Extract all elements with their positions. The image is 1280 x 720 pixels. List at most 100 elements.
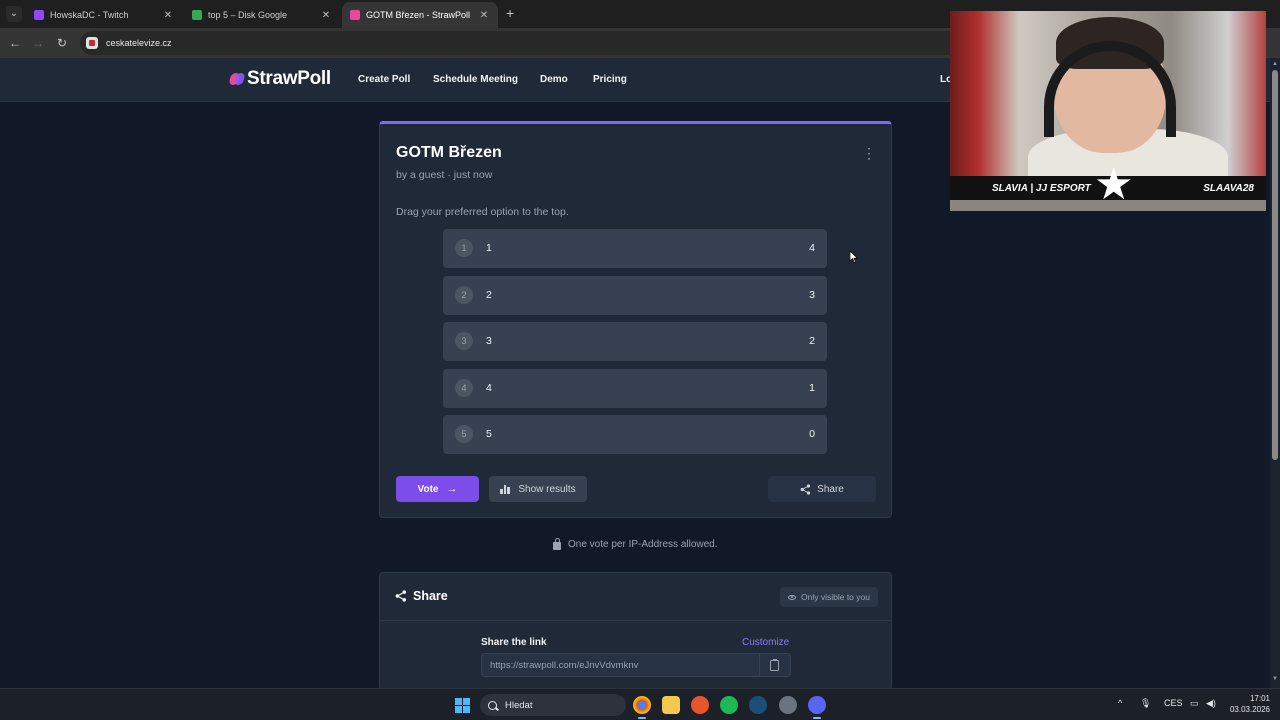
new-tab-button[interactable]: + <box>506 6 514 20</box>
rank-badge: 2 <box>455 286 473 304</box>
origin-app-icon[interactable] <box>691 696 709 714</box>
network-icon[interactable]: ▭ <box>1190 698 1199 709</box>
share-button[interactable]: Share <box>768 476 876 502</box>
address-bar[interactable]: ceskatelevize.cz <box>80 31 980 55</box>
ranking-option[interactable]: 2 2 3 <box>443 276 827 315</box>
option-label: 4 <box>486 382 492 394</box>
spotify-icon[interactable] <box>720 696 738 714</box>
more-options-icon[interactable]: ⋮ <box>860 144 878 162</box>
tab-google-drive[interactable]: top 5 – Disk Google ✕ <box>184 2 340 28</box>
option-vote-count: 0 <box>809 428 815 440</box>
system-clock[interactable]: 17:01 03.03.2026 <box>1224 693 1270 715</box>
show-results-button[interactable]: Show results <box>489 476 587 502</box>
share-link-field[interactable]: https://strawpoll.com/eJnvVdvmknv <box>481 653 791 677</box>
forward-arrow-icon[interactable]: → <box>29 34 47 52</box>
poll-card: GOTM Březen by a guest · just now ⋮ Drag… <box>379 121 892 518</box>
tab-twitch[interactable]: HowskaDC - Twitch ✕ <box>26 2 182 28</box>
vote-button[interactable]: Vote → <box>396 476 479 502</box>
tray-overflow-icon[interactable]: ^ <box>1118 698 1122 708</box>
option-vote-count: 1 <box>809 382 815 394</box>
webcam-right-caption: SLAAVA28 <box>1203 182 1254 194</box>
site-info-icon[interactable] <box>86 37 98 49</box>
option-label: 3 <box>486 335 492 347</box>
rank-badge: 3 <box>455 332 473 350</box>
option-label: 5 <box>486 428 492 440</box>
rank-badge: 1 <box>455 239 473 257</box>
scrollbar-thumb[interactable] <box>1272 70 1278 460</box>
ranking-option[interactable]: 1 1 4 <box>443 229 827 268</box>
option-label: 2 <box>486 289 492 301</box>
clock-time: 17:01 <box>1249 694 1270 703</box>
bar-chart-icon <box>500 484 511 494</box>
chrome-icon[interactable] <box>633 696 651 719</box>
visibility-text: Only visible to you <box>801 592 870 602</box>
tab-title: HowskaDC - Twitch <box>50 10 129 20</box>
discord-icon[interactable] <box>808 696 826 719</box>
search-icon <box>488 700 497 710</box>
ranking-option[interactable]: 3 3 2 <box>443 322 827 361</box>
scroll-up-icon[interactable]: ▲ <box>1272 61 1278 67</box>
tab-title: GOTM Březen - StrawPoll <box>366 10 471 20</box>
close-icon[interactable]: ✕ <box>320 10 332 21</box>
strawpoll-favicon-icon <box>350 10 360 20</box>
clock-date: 03.03.2026 <box>1229 705 1270 714</box>
show-results-label: Show results <box>518 483 576 495</box>
volume-icon[interactable]: ◀) <box>1206 698 1216 709</box>
language-indicator[interactable]: CES <box>1164 698 1183 708</box>
twitch-favicon-icon <box>34 10 44 20</box>
option-label: 1 <box>486 242 492 254</box>
scroll-down-icon[interactable]: ▼ <box>1272 676 1278 682</box>
strawpoll-logo[interactable]: StrawPoll <box>228 68 331 90</box>
taskbar: Hledat ^ 🎙 CES ▭ ◀) 17:01 03.03.2026 <box>0 688 1280 720</box>
eye-icon <box>788 594 796 600</box>
google-drive-favicon-icon <box>192 10 202 20</box>
taskbar-search[interactable]: Hledat <box>480 694 626 716</box>
windows-start-icon[interactable] <box>455 698 470 713</box>
share-title-text: Share <box>413 589 448 603</box>
customize-link[interactable]: Customize <box>742 637 789 648</box>
option-vote-count: 3 <box>809 289 815 301</box>
nav-schedule-meeting[interactable]: Schedule Meeting <box>433 74 518 85</box>
ip-restriction-note: One vote per IP-Address allowed. <box>553 537 718 550</box>
nav-demo[interactable]: Demo <box>540 74 568 85</box>
webcam-left-caption: SLAVIA | JJ ESPORT <box>992 182 1091 194</box>
taskbar-search-text: Hledat <box>505 699 533 711</box>
lock-icon <box>553 537 561 550</box>
option-vote-count: 4 <box>809 242 815 254</box>
option-vote-count: 2 <box>809 335 815 347</box>
share-panel: Share Only visible to you Share the link… <box>379 572 892 690</box>
share-icon <box>395 590 407 602</box>
poll-meta: by a guest · just now <box>396 169 493 181</box>
arrow-right-icon: → <box>446 483 458 495</box>
app-icon[interactable] <box>779 696 797 714</box>
nav-create-poll[interactable]: Create Poll <box>358 74 410 85</box>
tab-search-chevron-icon[interactable]: ⌄ <box>6 6 22 22</box>
poll-instruction: Drag your preferred option to the top. <box>396 206 569 218</box>
copy-link-button[interactable] <box>759 654 789 676</box>
share-link-label: Share the link <box>481 637 547 648</box>
rank-badge: 4 <box>455 379 473 397</box>
strawpoll-logo-icon <box>228 71 246 87</box>
share-panel-title: Share <box>395 589 448 603</box>
microphone-icon[interactable]: 🎙 <box>1140 698 1151 709</box>
share-button-label: Share <box>817 483 844 495</box>
star-logo-icon: ★ <box>1094 160 1134 209</box>
file-explorer-icon[interactable] <box>662 696 680 714</box>
ranking-option[interactable]: 4 4 1 <box>443 369 827 408</box>
clipboard-icon <box>770 658 779 671</box>
poll-title: GOTM Březen <box>396 144 502 161</box>
ip-note-text: One vote per IP-Address allowed. <box>568 539 718 550</box>
ranking-option[interactable]: 5 5 0 <box>443 415 827 454</box>
close-icon[interactable]: ✕ <box>478 10 490 21</box>
logo-text: StrawPoll <box>247 68 331 89</box>
steam-icon[interactable] <box>749 696 767 714</box>
page-scrollbar[interactable]: ▲ ▼ <box>1270 58 1280 688</box>
tab-strawpoll[interactable]: GOTM Březen - StrawPoll ✕ <box>342 2 498 28</box>
reload-icon[interactable]: ↻ <box>53 34 71 52</box>
close-icon[interactable]: ✕ <box>162 10 174 21</box>
back-arrow-icon[interactable]: ← <box>6 34 24 52</box>
share-icon <box>800 483 811 495</box>
address-text: ceskatelevize.cz <box>106 38 172 48</box>
nav-pricing[interactable]: Pricing <box>593 74 627 85</box>
mouse-cursor-icon <box>850 251 858 263</box>
